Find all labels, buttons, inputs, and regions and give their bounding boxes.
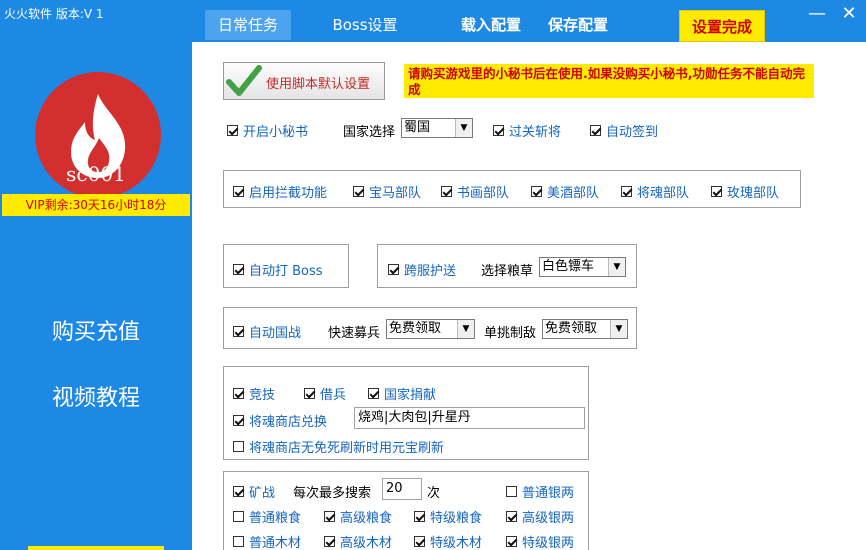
intercept-meijiu-checkbox[interactable]: 美酒部队 [531,182,599,201]
auto-war-checkbox[interactable]: 自动国战 [233,322,301,341]
username: sc001 [66,162,126,186]
recruit-label: 快速募兵 [328,326,381,341]
notice-banner: 请购买游戏里的小秘书后在使用.如果没购买小秘书,功勋任务不能自动完成 [404,64,814,98]
country-select[interactable]: 蜀国 ▼ [401,118,473,138]
cross-escort-checkbox[interactable]: 跨服护送 [388,260,456,279]
special-wood-checkbox[interactable]: 特级木材 [414,532,482,550]
times-label: 次 [427,486,441,501]
intercept-baoma-checkbox[interactable]: 宝马部队 [353,182,421,201]
search-label: 每次最多搜索 [293,486,372,501]
app-title: 火火软件 版本:V 1 [4,7,104,21]
finish-settings-button[interactable]: 设置完成 [679,10,765,42]
special-grain-checkbox[interactable]: 特级粮食 [414,507,482,526]
intercept-jianghun-checkbox[interactable]: 将魂部队 [621,182,689,201]
duel-select[interactable]: 免费领取 ▼ [542,319,628,339]
auto-signin-checkbox[interactable]: 自动签到 [590,121,658,140]
pass-checkbox[interactable]: 过关斩将 [493,121,561,140]
normal-grain-checkbox[interactable]: 普通粮食 [233,507,301,526]
tab-boss-settings[interactable]: Boss设置 [322,10,408,40]
arena-checkbox[interactable]: 竞技 [233,384,275,403]
grain-select[interactable]: 白色镖车 ▼ [539,257,626,277]
normal-silver-checkbox[interactable]: 普通银两 [506,482,574,501]
auto-boss-checkbox[interactable]: 自动打 Boss [233,260,323,279]
minimize-icon[interactable]: — [806,4,828,26]
vip-remaining-badge: VIP剩余:30天16小时18分 [2,194,190,216]
shop-exchange-checkbox[interactable]: 将魂商店兑换 [233,411,327,430]
chevron-down-icon: ▼ [610,320,627,338]
title-bar: 火火软件 版本:V 1 日常任务 Boss设置 载入配置 保存配置 设置完成 —… [0,0,866,42]
secretary-checkbox[interactable]: 开启小秘书 [227,121,308,140]
close-icon[interactable]: ✕ [838,4,860,26]
advanced-wood-checkbox[interactable]: 高级木材 [324,532,392,550]
advanced-silver-checkbox[interactable]: 高级银两 [506,507,574,526]
save-config-button[interactable]: 保存配置 [548,10,608,40]
chevron-down-icon: ▼ [457,320,474,338]
borrow-troops-checkbox[interactable]: 借兵 [304,384,346,403]
normal-wood-checkbox[interactable]: 普通木材 [233,532,301,550]
chevron-down-icon: ▼ [608,258,625,276]
advanced-grain-checkbox[interactable]: 高级粮食 [324,507,392,526]
buy-recharge-link[interactable]: 购买充值 [0,314,192,346]
intercept-shuhua-checkbox[interactable]: 书画部队 [441,182,509,201]
shop-refresh-checkbox[interactable]: 将魂商店无免死刷新时用元宝刷新 [233,437,444,456]
search-count-input[interactable]: 20 [382,478,422,500]
intercept-meigui-checkbox[interactable]: 玫瑰部队 [711,182,779,201]
checkmark-icon [226,65,262,96]
sidebar: sc001 VIP剩余:30天16小时18分 购买充值 视频教程 [0,42,192,550]
tab-daily-tasks[interactable]: 日常任务 [205,10,291,40]
mine-war-checkbox[interactable]: 矿战 [233,482,275,501]
grain-label: 选择粮草 [481,264,534,279]
sidebar-bottom-bar [28,546,164,550]
special-silver-checkbox[interactable]: 特级银两 [506,532,574,550]
default-button-label: 使用脚本默认设置 [266,77,371,92]
national-donation-checkbox[interactable]: 国家捐献 [368,384,436,403]
use-default-settings-button[interactable]: 使用脚本默认设置 [223,62,385,100]
recruit-select[interactable]: 免费领取 ▼ [386,319,475,339]
shop-items-input[interactable]: 烧鸡|大肉包|升星丹 [354,407,585,429]
duel-label: 单挑制敌 [484,326,537,341]
chevron-down-icon: ▼ [455,119,472,137]
country-label: 国家选择 [343,125,396,140]
video-tutorial-link[interactable]: 视频教程 [0,380,192,412]
load-config-button[interactable]: 载入配置 [461,10,521,40]
intercept-enable-checkbox[interactable]: 启用拦截功能 [233,182,327,201]
